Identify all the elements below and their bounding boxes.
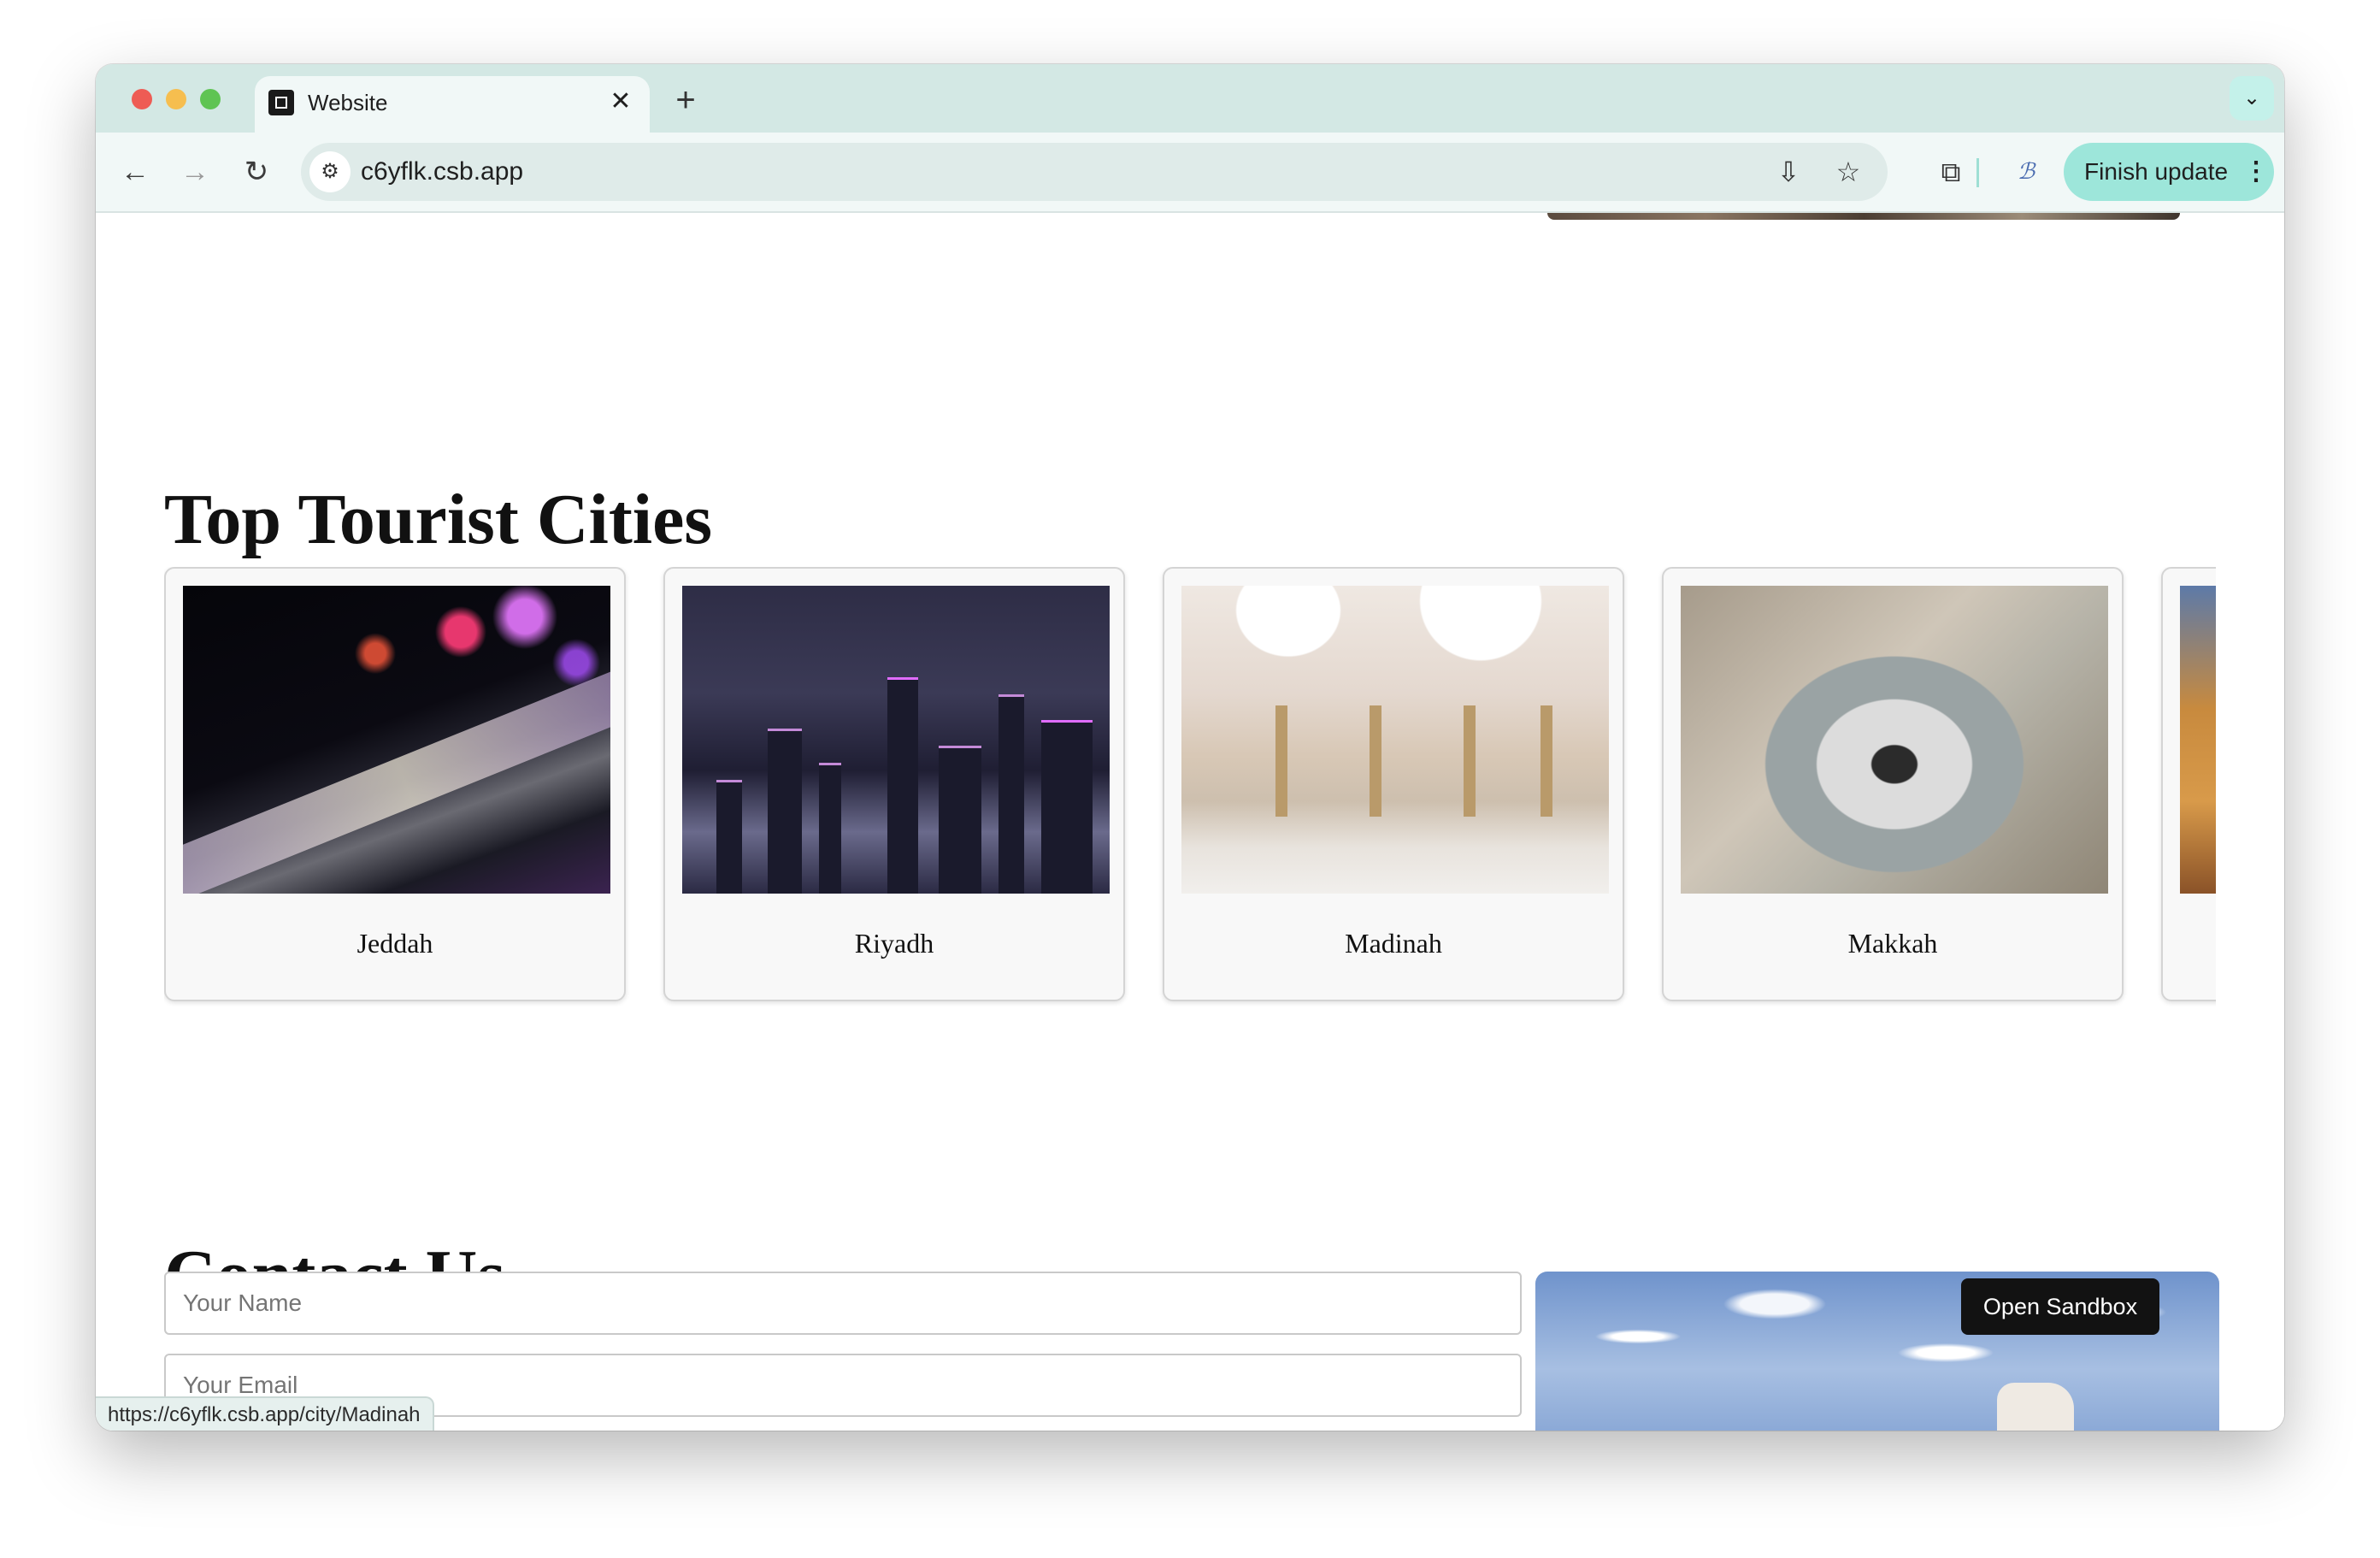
install-app-icon[interactable]: ⇩ <box>1768 151 1809 192</box>
city-card-partial[interactable] <box>2161 567 2216 1001</box>
city-image-jeddah <box>183 586 610 894</box>
tab-title: Website <box>308 90 388 115</box>
cities-heading: Top Tourist Cities <box>164 480 713 559</box>
profile-extension-icon[interactable]: ℬ <box>2004 150 2048 194</box>
city-image-partial <box>2180 586 2216 894</box>
tab-search-chevron-down-icon[interactable]: ⌄ <box>2230 76 2274 121</box>
tab-close-icon[interactable]: ✕ <box>604 85 638 119</box>
close-window-button[interactable] <box>132 89 152 109</box>
city-image-makkah <box>1681 586 2108 894</box>
city-image-madinah <box>1181 586 1609 894</box>
tab-strip: Website ✕ + ⌄ <box>96 64 2284 133</box>
url-text[interactable]: c6yflk.csb.app <box>361 157 523 186</box>
status-bar-url: https://c6yflk.csb.app/city/Madinah <box>96 1396 434 1431</box>
kebab-menu-icon[interactable]: ⋮ <box>2243 155 2269 189</box>
toolbar-divider <box>1976 158 1979 187</box>
city-card-madinah[interactable]: Madinah <box>1163 567 1624 1001</box>
finish-update-button[interactable]: Finish update ⋮ <box>2064 143 2274 201</box>
open-sandbox-button[interactable]: Open Sandbox <box>1961 1278 2159 1335</box>
city-card-makkah[interactable]: Makkah <box>1662 567 2124 1001</box>
city-name: Jeddah <box>356 928 433 959</box>
name-input[interactable] <box>164 1272 1522 1335</box>
city-name: Makkah <box>1847 928 1938 959</box>
forward-arrow-icon[interactable]: → <box>173 150 217 194</box>
address-bar[interactable]: ⚙ c6yflk.csb.app ⇩ ☆ <box>301 143 1888 201</box>
site-info-icon[interactable]: ⚙ <box>309 151 351 192</box>
maximize-window-button[interactable] <box>200 89 221 109</box>
browser-window: Website ✕ + ⌄ ← → ↻ ⚙ c6yflk.csb.app ⇩ ☆… <box>96 64 2284 1431</box>
page-viewport: Top Tourist Cities Jeddah Riyadh Madinah… <box>96 213 2284 1431</box>
codesandbox-favicon-icon <box>268 90 294 115</box>
city-card-jeddah[interactable]: Jeddah <box>164 567 626 1001</box>
city-image-riyadh <box>682 586 1110 894</box>
reload-icon[interactable]: ↻ <box>234 150 279 194</box>
back-arrow-icon[interactable]: ← <box>113 150 157 194</box>
extensions-puzzle-icon[interactable]: ⧉ <box>1929 150 1973 194</box>
new-tab-button[interactable]: + <box>667 81 704 119</box>
hero-image-bottom-edge <box>1547 213 2180 220</box>
bookmark-star-icon[interactable]: ☆ <box>1828 151 1869 192</box>
finish-update-label: Finish update <box>2084 158 2229 185</box>
browser-toolbar: ← → ↻ ⚙ c6yflk.csb.app ⇩ ☆ ⧉ ℬ Finish up… <box>96 133 2284 213</box>
city-name: Riyadh <box>854 928 934 959</box>
tab-website[interactable]: Website ✕ <box>255 76 650 133</box>
city-card-riyadh[interactable]: Riyadh <box>663 567 1125 1001</box>
city-name: Madinah <box>1345 928 1442 959</box>
city-cards-row: Jeddah Riyadh Madinah Makkah <box>164 567 2216 1006</box>
minimize-window-button[interactable] <box>166 89 186 109</box>
